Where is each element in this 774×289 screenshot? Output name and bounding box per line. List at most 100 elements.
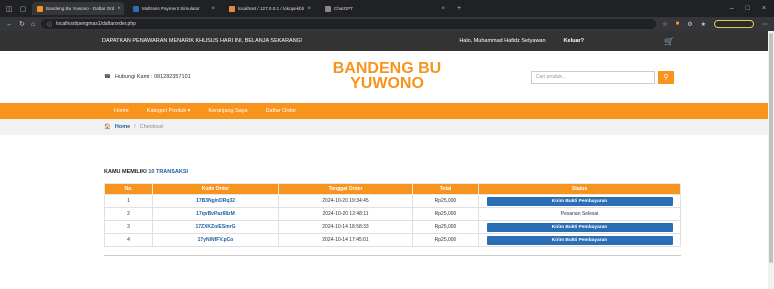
breadcrumb-separator: / [134,124,136,130]
nav-daftar-order[interactable]: Daftar Order [266,108,297,114]
table-row: 1 17B3NginDRq32 2024-10-20 19:34:45 Rp25… [104,194,681,208]
browser-tab[interactable]: Bandeng Bu Yuwono - Daftar Ord × [32,2,124,15]
tab-title: Midtrans Payment Simulator [142,6,200,11]
browser-tab[interactable]: localhost / 127.0.0.1 / tokopekbb × [224,2,316,15]
order-date: 2024-10-20 19:34:45 [278,194,413,208]
order-table: No. Kode Order Tanggal Order Total Statu… [104,183,681,247]
favicon-icon [37,5,43,12]
order-total: Rp25,000 [412,207,479,221]
order-status: Kirim Bukti Pembayaran [478,194,681,208]
browser-tab[interactable]: ChatGPT × [320,2,450,15]
search-form: Cari produk... ⚲ [531,70,674,84]
scrollbar[interactable] [768,31,774,289]
sidebar-toggle-icon[interactable]: ◫ [4,4,14,14]
url-text: localhost/pengmas1/daftarorder.php [56,21,136,27]
tab-title: localhost / 127.0.0.1 / tokopekbb [238,6,305,11]
nav-keranjang[interactable]: Keranjang Saya [208,108,247,114]
summary-label: KAMU MEMILIKI [104,169,147,175]
order-code-link[interactable]: 17B3NginDRq32 [152,194,279,208]
breadcrumb-current: Checkout [139,124,163,130]
table-header-row: No. Kode Order Tanggal Order Total Statu… [104,183,681,195]
search-icon: ⚲ [663,74,669,81]
home-icon[interactable]: ⌂ [31,21,35,28]
breadcrumb: 🏠 Home / Checkout [0,119,774,135]
send-payment-proof-button[interactable]: Kirim Bukti Pembayaran [486,196,673,206]
window-controls: – □ × [730,5,774,12]
transaction-count: 10 TRANSAKSI [148,169,189,175]
browser-tab-bar: ◫ ▢ Bandeng Bu Yuwono - Daftar Ord × Mid… [0,0,774,17]
column-header: Kode Order [152,183,279,195]
order-code-link[interactable]: 17yNiNfFV.pCo [152,233,279,247]
order-status: Kirim Bukti Pembayaran [478,233,681,247]
favicon-icon [325,5,331,12]
order-date: 2024-10-14 17:45:01 [278,233,413,247]
nav-kategori-label: Kategori Produk [146,108,187,114]
order-summary: KAMU MEMILIKI 10 TRANSAKSI [104,169,774,175]
star-icon[interactable]: ☆ [662,21,667,28]
user-greeting: Halo, Muhammad Hafidz Setyawan [459,38,546,44]
cart-icon[interactable]: 🛒 [664,37,674,46]
promo-text: DAPATKAN PENAWARAN MENARIK KHUSUS HARI I… [102,38,303,44]
row-number: 3 [104,220,153,234]
search-button[interactable]: ⚲ [658,70,674,84]
order-code-link[interactable]: 17qvBvPaz68zM [152,207,279,221]
nav-kategori[interactable]: Kategori Produk ▾ [147,108,191,114]
extension-icon[interactable]: ■ [676,21,680,27]
order-total: Rp25,000 [412,194,479,208]
favicon-icon [133,5,139,12]
promo-bar: DAPATKAN PENAWARAN MENARIK KHUSUS HARI I… [0,31,774,51]
order-status: Kirim Bukti Pembayaran [478,220,681,234]
search-input[interactable]: Cari produk... [531,70,655,84]
profile-button[interactable] [714,20,754,28]
row-number: 1 [104,194,153,208]
column-header: Status [478,183,681,195]
status-text: Pesanan Selesai [560,211,599,217]
order-date: 2024-10-14 18:58:33 [278,220,413,234]
row-number: 2 [104,207,153,221]
close-icon[interactable]: × [211,6,215,12]
breadcrumb-home[interactable]: Home [115,124,130,130]
favicon-icon [229,5,235,12]
address-bar-row: ← ↻ ⌂ ⓘ localhost/pengmas1/daftarorder.p… [0,17,774,31]
home-icon: 🏠 [104,124,111,130]
maximize-icon[interactable]: □ [746,5,750,12]
order-code-link[interactable]: 17ZXKZo/ESmrG [152,220,279,234]
order-total: Rp25,000 [412,233,479,247]
site-header: ☎ Hubungi Kami : 081282357101 BANDENG BU… [0,51,774,103]
table-row: 4 17yNiNfFV.pCo 2024-10-14 17:45:01 Rp25… [104,233,681,247]
tab-actions-icon[interactable]: ▢ [18,4,28,14]
send-payment-proof-button[interactable]: Kirim Bukti Pembayaran [486,222,673,232]
reload-icon[interactable]: ↻ [19,20,25,28]
new-tab-icon[interactable]: + [454,4,464,14]
back-icon[interactable]: ← [6,21,13,28]
address-bar[interactable]: ⓘ localhost/pengmas1/daftarorder.php [41,19,657,29]
browser-tab[interactable]: Midtrans Payment Simulator × [128,2,220,15]
close-window-icon[interactable]: × [762,5,766,12]
menu-icon[interactable]: ⋯ [762,21,768,28]
column-header: Total [412,183,479,195]
nav-home[interactable]: Home [114,108,129,114]
column-header: Tanggal Order [278,183,413,195]
send-payment-proof-button[interactable]: Kirim Bukti Pembayaran [486,235,673,245]
logout-link[interactable]: Keluar? [564,38,584,44]
order-status: Pesanan Selesai [478,207,681,221]
close-icon[interactable]: × [117,6,121,12]
order-total: Rp25,000 [412,220,479,234]
webpage: DAPATKAN PENAWARAN MENARIK KHUSUS HARI I… [0,31,774,289]
settings-icon[interactable]: ⚙ [687,21,692,28]
row-number: 4 [104,233,153,247]
table-row: 3 17ZXKZo/ESmrG 2024-10-14 18:58:33 Rp25… [104,220,681,234]
minimize-icon[interactable]: – [730,5,734,12]
chevron-down-icon: ▾ [187,108,191,114]
column-header: No. [104,183,153,195]
site-info-icon[interactable]: ⓘ [47,21,52,28]
close-icon[interactable]: × [307,6,311,12]
scrollbar-thumb[interactable] [769,33,773,263]
close-icon[interactable]: × [441,6,445,12]
tab-title: Bandeng Bu Yuwono - Daftar Ord [46,6,115,11]
favorites-icon[interactable]: ★ [701,21,706,28]
order-date: 2024-10-20 12:48:11 [278,207,413,221]
main-nav: Home Kategori Produk ▾ Keranjang Saya Da… [0,103,774,119]
tab-title: ChatGPT [334,6,354,11]
order-section: KAMU MEMILIKI 10 TRANSAKSI No. Kode Orde… [0,135,774,256]
